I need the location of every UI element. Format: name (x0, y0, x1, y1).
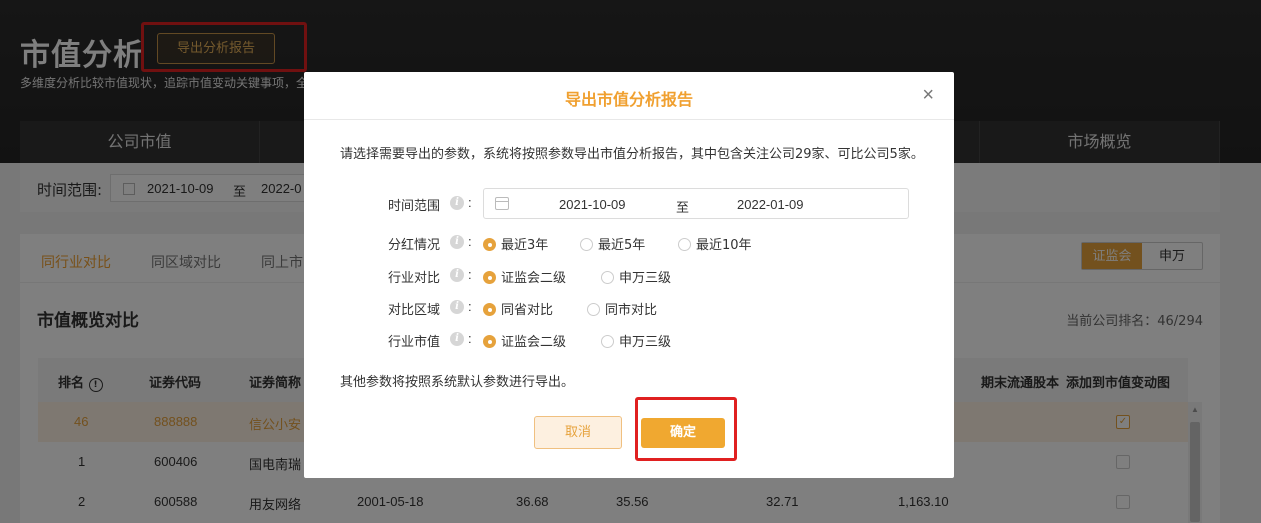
radio-region-city[interactable]: 同市对比 (587, 299, 657, 318)
form-row-dividend: 分红情况 i : 最近3年 最近5年 最近10年 (388, 234, 752, 253)
info-icon[interactable]: i (450, 235, 464, 249)
dialog-description: 请选择需要导出的参数，系统将按照参数导出市值分析报告，其中包含关注公司29家、可… (340, 147, 924, 162)
info-icon[interactable]: i (450, 332, 464, 346)
info-icon[interactable]: i (450, 300, 464, 314)
dialog-title: 导出市值分析报告 (564, 90, 693, 109)
date-range-picker[interactable]: 2021-10-09 至 2022-01-09 (483, 188, 909, 219)
region-compare-label: 对比区域 (388, 303, 441, 318)
dialog-divider (304, 119, 954, 120)
form-row-industry-market-value: 行业市值 i : 证监会二级 申万三级 (388, 331, 672, 350)
industry-compare-label: 行业对比 (388, 271, 441, 286)
radio-dividend-10y[interactable]: 最近10年 (678, 234, 752, 253)
close-icon[interactable]: × (922, 84, 934, 107)
form-row-region-compare: 对比区域 i : 同省对比 同市对比 (388, 299, 658, 318)
dialog-note: 其他参数将按照系统默认参数进行导出。 (340, 375, 575, 390)
radio-dividend-5y[interactable]: 最近5年 (580, 234, 645, 253)
highlight-box (635, 397, 737, 461)
industry-market-value-label: 行业市值 (388, 335, 441, 350)
calendar-icon (495, 197, 509, 210)
date-start: 2021-10-09 (559, 197, 626, 212)
radio-industry-csrc[interactable]: 证监会二级 (483, 267, 566, 286)
radio-region-province[interactable]: 同省对比 (483, 299, 553, 318)
date-separator: 至 (676, 200, 690, 215)
form-row-industry-compare: 行业对比 i : 证监会二级 申万三级 (388, 267, 672, 286)
radio-mv-sw[interactable]: 申万三级 (601, 331, 671, 350)
cancel-button[interactable]: 取消 (534, 416, 622, 449)
radio-dividend-3y[interactable]: 最近3年 (483, 234, 548, 253)
date-end: 2022-01-09 (737, 197, 804, 212)
radio-industry-sw[interactable]: 申万三级 (601, 267, 671, 286)
info-icon[interactable]: i (450, 196, 464, 210)
info-icon[interactable]: i (450, 268, 464, 282)
export-dialog: 导出市值分析报告 × 请选择需要导出的参数，系统将按照参数导出市值分析报告，其中… (304, 72, 954, 478)
time-range-label: 时间范围 (388, 199, 441, 214)
dividend-label: 分红情况 (388, 238, 441, 253)
radio-mv-csrc[interactable]: 证监会二级 (483, 331, 566, 350)
